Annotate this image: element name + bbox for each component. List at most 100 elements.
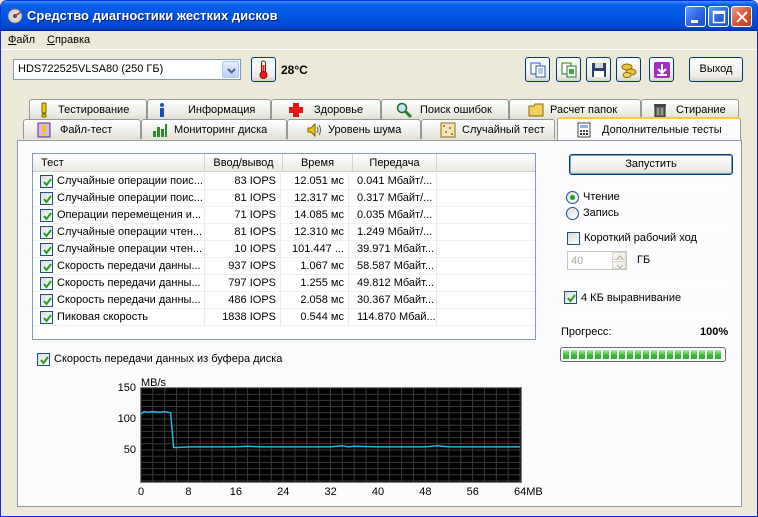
table-row[interactable]: Случайные операции поис... 81 IOPS 12.317 …	[33, 190, 535, 207]
copy-alt-icon	[561, 62, 577, 78]
tab-erase[interactable]: Стирание	[641, 99, 739, 119]
cell-test: Операции перемещения и...	[57, 207, 205, 224]
drive-select-dropdown-button[interactable]	[222, 61, 239, 78]
table-row[interactable]: Скорость передачи данны... 486 IOPS 2.058 …	[33, 292, 535, 309]
chevron-down-icon	[227, 68, 236, 74]
title-bar: Средство диагностики жестких дисков	[1, 1, 757, 31]
col-header-io[interactable]: Ввод/вывод	[205, 154, 283, 172]
copy-button[interactable]	[525, 57, 550, 82]
run-button[interactable]: Запустить	[569, 154, 733, 175]
tab-random-test[interactable]: Случайный тест	[421, 119, 555, 139]
table-row[interactable]: Случайные операции чтен... 10 IOPS 101.447…	[33, 241, 535, 258]
read-radio[interactable]	[566, 191, 579, 204]
cell-test: Случайные операции поис...	[57, 190, 205, 207]
progress-segment	[571, 350, 577, 359]
read-radio-label: Чтение	[583, 191, 620, 203]
progress-segment	[683, 350, 689, 359]
row-checkbox[interactable]	[40, 226, 53, 239]
row-checkbox[interactable]	[40, 192, 53, 205]
align-4kb-label: 4 КБ выравнивание	[581, 292, 682, 304]
cell-transfer: 0.041 Мбайт/...	[353, 173, 437, 190]
cell-transfer: 1.249 Мбайт/...	[353, 224, 437, 241]
close-button[interactable]	[731, 6, 752, 27]
spin-down-button[interactable]	[612, 261, 626, 269]
chevron-down-icon	[616, 264, 624, 269]
exclamation-icon	[41, 102, 47, 118]
separator	[561, 225, 727, 226]
x-tick-value: 40	[371, 486, 385, 498]
progress-segment	[603, 350, 609, 359]
cell-io: 81 IOPS	[205, 224, 281, 241]
exit-button[interactable]: Выход	[689, 57, 743, 82]
buffer-speed-checkbox[interactable]	[37, 353, 50, 366]
maximize-button[interactable]	[708, 6, 729, 27]
progress-segment	[627, 350, 633, 359]
checkmark-icon	[43, 212, 52, 221]
col-header-test[interactable]: Тест	[33, 154, 205, 172]
progress-segment	[667, 350, 673, 359]
table-row[interactable]: Пиковая скорость 1838 IOPS 0.544 мс 114.870…	[33, 309, 535, 326]
table-row[interactable]: Случайные операции чтен... 81 IOPS 12.310 …	[33, 224, 535, 241]
row-checkbox[interactable]	[40, 175, 53, 188]
tab-testing[interactable]: Тестирование	[29, 99, 147, 119]
row-checkbox[interactable]	[40, 311, 53, 324]
download-button[interactable]	[649, 57, 674, 82]
x-tick-value: 32	[324, 486, 337, 498]
minimize-button[interactable]	[685, 6, 706, 27]
menu-file[interactable]: Файл	[8, 34, 35, 46]
row-checkbox[interactable]	[40, 209, 53, 222]
drive-select-value: HDS722525VLSA80 (250 ГБ)	[18, 63, 164, 75]
row-checkbox[interactable]	[40, 243, 53, 256]
table-row[interactable]: Скорость передачи данны... 937 IOPS 1.067 …	[33, 258, 535, 275]
cell-io: 83 IOPS	[205, 173, 281, 190]
speaker-icon	[307, 122, 321, 138]
col-header-time[interactable]: Время	[283, 154, 353, 172]
x-tick-label: 24	[277, 486, 289, 498]
save-button[interactable]	[586, 57, 611, 82]
row-checkbox[interactable]	[40, 277, 53, 290]
cell-transfer: 58.587 Мбайт...	[353, 258, 437, 275]
table-row[interactable]: Скорость передачи данны... 797 IOPS 1.255 …	[33, 275, 535, 292]
maximize-icon	[712, 10, 726, 24]
spin-up-button[interactable]	[612, 252, 626, 260]
row-checkbox[interactable]	[40, 294, 53, 307]
separator	[561, 184, 727, 185]
table-row[interactable]: Операции перемещения и... 71 IOPS 14.085 м…	[33, 207, 535, 224]
progress-segment	[659, 350, 665, 359]
tab-information[interactable]: Информация	[147, 99, 271, 119]
x-tick-label: 48	[419, 486, 431, 498]
window-title: Средство диагностики жестких дисков	[27, 8, 278, 23]
tab-noise-level[interactable]: Уровень шума	[287, 119, 421, 139]
short-stroke-spinner[interactable]: 40	[567, 251, 627, 270]
progress-segment	[611, 350, 617, 359]
tab-disk-monitoring[interactable]: Мониторинг диска	[141, 119, 287, 139]
tab-file-test[interactable]: Файл-тест	[23, 119, 141, 139]
row-checkbox[interactable]	[40, 260, 53, 273]
temperature-button[interactable]	[251, 57, 276, 82]
tab-additional-tests[interactable]: Дополнительные тесты	[557, 117, 741, 140]
progress-label: Прогресс:	[561, 326, 612, 338]
y-tick-label: 50	[123, 444, 136, 456]
checkmark-icon	[43, 178, 52, 187]
col-header-transfer[interactable]: Передача	[353, 154, 437, 172]
tab-folder-calc[interactable]: Расчет папок	[509, 99, 641, 119]
x-tick-label: 32	[325, 486, 337, 498]
align-4kb-checkbox[interactable]	[564, 291, 577, 304]
drive-select[interactable]: HDS722525VLSA80 (250 ГБ)	[13, 59, 241, 80]
short-stroke-value: 40	[571, 255, 584, 267]
info-icon	[160, 103, 164, 117]
short-stroke-checkbox[interactable]	[567, 232, 580, 245]
menu-help[interactable]: Справка	[47, 34, 90, 46]
write-radio[interactable]	[566, 207, 579, 220]
tab-error-scan[interactable]: Поиск ошибок	[381, 99, 509, 119]
copy-alt-button[interactable]	[556, 57, 581, 82]
progress-value: 100%	[700, 326, 729, 338]
cell-io: 10 IOPS	[205, 241, 281, 258]
x-tick-label: 40	[372, 486, 384, 498]
coins-button[interactable]	[616, 57, 641, 82]
short-stroke-unit: ГБ	[637, 254, 651, 266]
coins-icon	[621, 63, 637, 78]
tab-health[interactable]: Здоровье	[271, 99, 381, 119]
cell-test: Скорость передачи данны...	[57, 292, 205, 309]
table-row[interactable]: Случайные операции поис... 83 IOPS 12.051 …	[33, 173, 535, 190]
